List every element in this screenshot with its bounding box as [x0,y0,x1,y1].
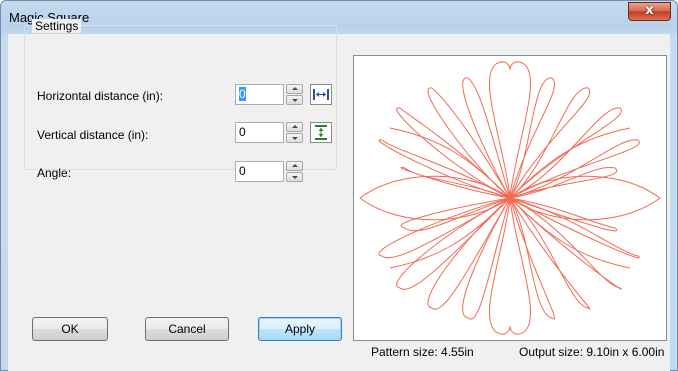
arrow-up-icon [292,87,298,90]
pattern-lobe [509,197,556,320]
angle-label: Angle: [37,166,72,180]
spin-up-button[interactable] [286,84,303,94]
vertical-spacing-icon [315,125,327,140]
horizontal-spacing-icon [313,89,329,100]
arrow-down-icon [292,176,298,179]
pattern-lobe [378,197,511,259]
vertical-link-button[interactable] [310,122,332,143]
vertical-distance-spinner[interactable] [286,122,303,143]
magic-square-pattern [359,61,661,335]
horizontal-distance-label: Horizontal distance (in): [37,89,164,103]
horizontal-link-button[interactable] [310,84,332,105]
horizontal-distance-input[interactable]: 0 [235,84,284,105]
spin-up-button[interactable] [286,161,303,171]
output-size-label: Output size: 9.10in x 6.00in [519,345,665,359]
pattern-lobe [427,197,511,310]
settings-group-title: Settings [32,19,82,33]
ok-button[interactable]: OK [32,317,108,341]
pattern-lobe [462,77,511,199]
spin-down-button[interactable] [286,95,303,105]
arrow-down-icon [292,99,298,102]
close-button[interactable]: x [628,2,671,21]
cancel-button[interactable]: Cancel [145,317,229,341]
vertical-distance-input[interactable]: 0 [235,122,284,143]
horizontal-distance-spinner[interactable] [286,84,303,105]
pattern-size-label: Pattern size: 4.55in [371,345,474,359]
arrow-up-icon [292,164,298,167]
arrow-up-icon [292,125,298,128]
spin-down-button[interactable] [286,172,303,182]
pattern-lobe [462,197,511,320]
spin-down-button[interactable] [286,133,303,143]
pattern-lobe [378,139,511,199]
close-icon: x [645,3,654,18]
angle-input[interactable]: 0 [235,161,284,182]
spin-up-button[interactable] [286,122,303,132]
apply-button[interactable]: Apply [258,317,342,341]
pattern-lobe [396,197,511,290]
pattern-lobe [509,197,591,310]
pattern-petal [509,175,661,221]
pattern-lobe [509,87,591,199]
arrow-down-icon [292,137,298,140]
vertical-distance-label: Vertical distance (in): [37,128,149,142]
angle-spinner[interactable] [286,161,303,182]
pattern-preview [353,55,667,341]
